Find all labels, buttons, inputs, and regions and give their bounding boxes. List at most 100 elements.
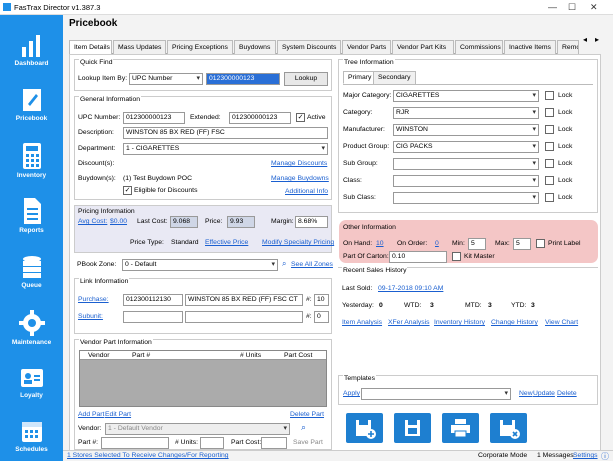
tab-pricing-exceptions[interactable]: Pricing Exceptions <box>167 40 233 54</box>
settings-link[interactable]: Settings <box>573 452 598 459</box>
tree-tab-primary[interactable]: Primary <box>343 71 377 84</box>
view-chart-link[interactable]: View Chart <box>545 319 578 326</box>
add-item-button[interactable] <box>346 413 383 443</box>
vendor-search-icon[interactable]: ⌕ <box>301 422 306 433</box>
tree-row-lock-checkbox[interactable] <box>545 193 554 202</box>
tab-item-details[interactable]: Item Details <box>69 40 112 55</box>
purchase-link[interactable]: Purchase: <box>78 296 109 303</box>
tab-buydowns[interactable]: Buydowns <box>234 40 276 54</box>
tree-row-select[interactable]: CIG PACKS <box>393 141 539 153</box>
modify-specialty-pricing-link[interactable]: Modify Specialty Pricing <box>262 239 334 246</box>
new-template-link[interactable]: New <box>519 390 533 397</box>
delete-template-link[interactable]: Delete <box>557 390 577 397</box>
sidebar-item-loyalty[interactable]: Loyalty <box>0 367 63 399</box>
avg-cost-link[interactable]: Avg Cost: <box>78 218 107 225</box>
tree-row-lock-checkbox[interactable] <box>545 159 554 168</box>
vendor-select[interactable]: 1 - Default Vendor <box>105 423 290 435</box>
info-icon[interactable]: ⓘ <box>601 451 609 462</box>
eligible-discounts-checkbox[interactable]: ✓ <box>123 186 132 195</box>
sidebar-item-schedules[interactable]: Schedules <box>0 419 63 453</box>
sidebar-item-dashboard[interactable]: Dashboard <box>0 33 63 67</box>
sidebar-item-queue[interactable]: Queue <box>0 255 63 289</box>
sidebar-item-inventory[interactable]: Inventory <box>0 143 63 179</box>
manage-buydowns-link[interactable]: Manage Buydowns <box>271 175 329 182</box>
print-label-checkbox[interactable] <box>536 239 545 248</box>
edit-part-link[interactable]: Edit Part <box>105 411 131 418</box>
tab-commissions[interactable]: Commissions <box>455 40 503 54</box>
tree-tab-secondary[interactable]: Secondary <box>373 71 416 84</box>
tree-row-select[interactable]: WINSTON <box>393 124 539 136</box>
part-of-carton-field[interactable]: 0.10 <box>389 251 447 263</box>
tree-row-lock-checkbox[interactable] <box>545 125 554 134</box>
on-order-value[interactable]: 0 <box>435 240 439 247</box>
tab-inactive-items[interactable]: Inactive Items <box>504 40 556 54</box>
tree-row-lock-checkbox[interactable] <box>545 176 554 185</box>
last-sold-value[interactable]: 09-17-2018 09:10 AM <box>378 285 443 292</box>
active-checkbox[interactable]: ✓ <box>296 113 305 122</box>
lookup-by-select[interactable]: UPC Number <box>129 73 203 85</box>
lookup-input[interactable]: 012300000123 <box>206 73 280 85</box>
department-select[interactable]: 1 - CIGARETTES <box>123 143 328 155</box>
stores-selected-link[interactable]: 1 Stores Selected To Receive Changes/For… <box>67 452 229 459</box>
tab-system-discounts[interactable]: System Discounts <box>277 40 341 54</box>
xfer-analysis-link[interactable]: XFer Analysis <box>388 319 430 326</box>
tree-row-lock-checkbox[interactable] <box>545 142 554 151</box>
tab-scroll-left-icon[interactable]: ◂ <box>583 35 587 44</box>
messages-label[interactable]: 1 Messages <box>537 452 574 459</box>
purchase-upc-field[interactable]: 012300112130 <box>123 294 183 306</box>
manage-discounts-link[interactable]: Manage Discounts <box>271 160 327 167</box>
avg-cost-value[interactable]: $0.00 <box>110 218 127 225</box>
apply-template-link[interactable]: Apply <box>343 390 360 397</box>
tree-row-select[interactable] <box>393 175 539 187</box>
margin-field[interactable]: 8.68% <box>295 216 328 228</box>
part-number-field[interactable] <box>101 437 169 449</box>
units-field[interactable] <box>200 437 224 449</box>
delete-part-link[interactable]: Delete Part <box>290 411 324 418</box>
tree-row-select[interactable]: CIGARETTES <box>393 90 539 102</box>
item-analysis-link[interactable]: Item Analysis <box>342 319 382 326</box>
tree-row-select[interactable] <box>393 158 539 170</box>
add-part-link[interactable]: Add Part <box>78 411 104 418</box>
tab-remote[interactable]: Remote S <box>557 40 579 54</box>
min-field[interactable]: 5 <box>468 238 486 250</box>
save-part-button[interactable]: Save Part <box>293 439 323 446</box>
sidebar-item-reports[interactable]: Reports <box>0 198 63 234</box>
sidebar-item-pricebook[interactable]: Pricebook <box>0 88 63 122</box>
tree-row-select[interactable] <box>393 192 539 204</box>
tab-mass-updates[interactable]: Mass Updates <box>113 40 166 54</box>
subunit-qty-field[interactable]: 0 <box>314 311 329 323</box>
save-button[interactable] <box>394 413 431 443</box>
upc-field[interactable]: 012300000123 <box>123 112 185 124</box>
close-icon[interactable]: ✕ <box>590 2 598 13</box>
tab-scroll-right-icon[interactable]: ▸ <box>595 35 599 44</box>
lookup-button[interactable]: Lookup <box>284 72 328 86</box>
see-all-zones-link[interactable]: See All Zones <box>291 261 333 268</box>
tab-vendor-parts[interactable]: Vendor Parts <box>342 40 391 54</box>
price-field[interactable]: 9.93 <box>227 216 255 228</box>
additional-info-link[interactable]: Additional Info <box>285 188 328 195</box>
tree-row-lock-checkbox[interactable] <box>545 91 554 100</box>
kit-master-checkbox[interactable] <box>452 252 461 261</box>
tab-vendor-part-kits[interactable]: Vendor Part Kits <box>392 40 454 54</box>
minimize-icon[interactable]: — <box>548 2 557 12</box>
maximize-icon[interactable]: ☐ <box>568 2 576 13</box>
tree-row-lock-checkbox[interactable] <box>545 108 554 117</box>
sidebar-item-maintenance[interactable]: Maintenance <box>0 310 63 346</box>
change-history-link[interactable]: Change History <box>491 319 538 326</box>
subunit-link[interactable]: Subunit: <box>78 313 103 320</box>
inventory-history-link[interactable]: Inventory History <box>434 319 485 326</box>
subunit-upc-field[interactable] <box>123 311 183 323</box>
pbook-zone-select[interactable]: 0 - Default <box>122 259 278 271</box>
extended-field[interactable]: 012300000123 <box>229 112 291 124</box>
description-field[interactable]: WINSTON 85 BX RED (FF) FSC <box>123 127 328 139</box>
template-select[interactable] <box>361 388 511 400</box>
on-hand-value[interactable]: 10 <box>376 240 384 247</box>
delete-item-button[interactable] <box>490 413 527 443</box>
tree-row-select[interactable]: RJR <box>393 107 539 119</box>
print-button[interactable] <box>442 413 479 443</box>
max-field[interactable]: 5 <box>513 238 531 250</box>
update-template-link[interactable]: Update <box>533 390 555 397</box>
purchase-qty-field[interactable]: 10 <box>314 294 329 306</box>
effective-price-link[interactable]: Effective Price <box>205 239 248 246</box>
part-cost-field[interactable] <box>261 437 287 449</box>
